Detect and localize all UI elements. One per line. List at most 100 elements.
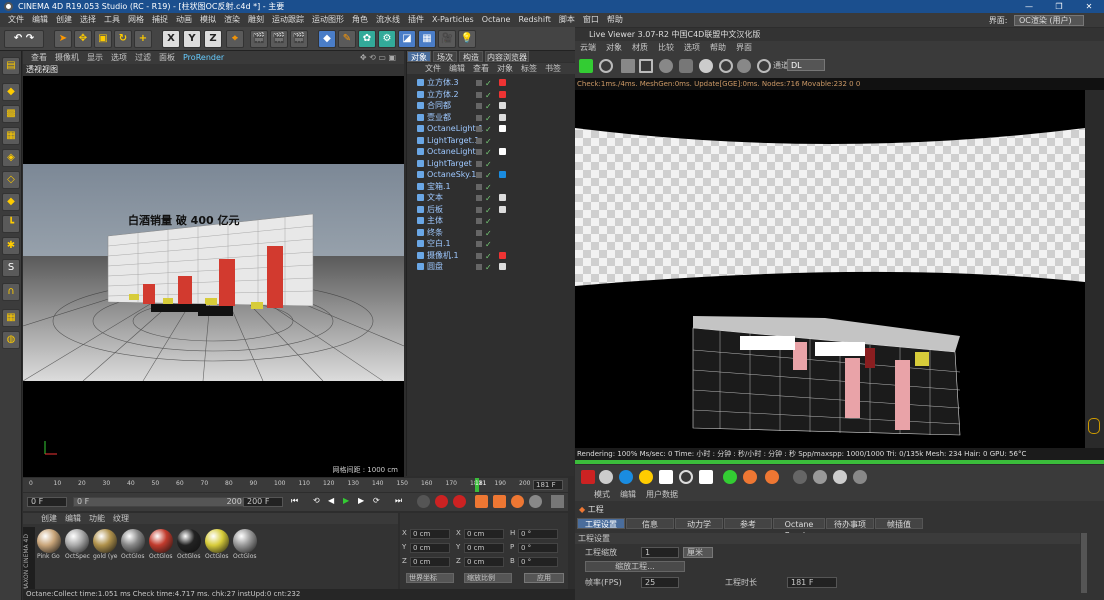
size-input[interactable]: 0 cm <box>464 543 504 553</box>
render-view-icon[interactable]: 🎬 <box>250 30 268 48</box>
menu-item[interactable]: 角色 <box>348 13 372 27</box>
key-rotation-icon[interactable] <box>511 495 524 508</box>
octane-sun-icon[interactable] <box>639 470 653 484</box>
workplane-icon[interactable]: ▦ <box>2 127 20 145</box>
move-icon[interactable]: ✥ <box>74 30 92 48</box>
x-axis-button[interactable]: X <box>162 30 180 48</box>
menu-item[interactable]: 渲染 <box>220 13 244 27</box>
menu-item[interactable]: Redshift <box>514 13 554 27</box>
snap-icon[interactable]: S <box>2 259 20 277</box>
key-scale-icon[interactable] <box>493 495 506 508</box>
material-tag-icon[interactable] <box>499 251 506 259</box>
menu-item[interactable]: 插件 <box>404 13 428 27</box>
position-input[interactable]: 0 cm <box>410 543 450 553</box>
auto-key-icon[interactable] <box>435 495 448 508</box>
visibility-toggle[interactable] <box>476 137 482 144</box>
goto-end-icon[interactable]: ⏭ <box>395 496 402 506</box>
object-menu-item[interactable]: 标签 <box>517 64 541 73</box>
visibility-toggle[interactable] <box>476 114 482 121</box>
model-mode-icon[interactable]: ◆ <box>2 83 20 101</box>
axis-mode-icon[interactable]: ┗ <box>2 215 20 233</box>
attribute-tab[interactable]: 参考 <box>724 518 772 529</box>
key-position-icon[interactable] <box>475 495 488 508</box>
channel-dropdown[interactable]: DL <box>787 59 825 71</box>
prev-frame-icon[interactable]: ◀ <box>328 496 334 505</box>
object-row[interactable]: OctaneLight.1 ✓ <box>407 123 575 135</box>
cube-icon[interactable]: ◆ <box>318 30 336 48</box>
viewport-menu-item[interactable]: 摄像机 <box>51 51 83 64</box>
send-scene-icon[interactable] <box>579 59 593 73</box>
visibility-toggle[interactable] <box>476 103 482 109</box>
viewport-menu-item[interactable]: 选项 <box>107 51 131 64</box>
menu-item[interactable]: 选择 <box>76 13 100 27</box>
rotation-input[interactable]: 0 ° <box>518 543 558 553</box>
light-icon[interactable]: 💡 <box>458 30 476 48</box>
attribute-scrollbar[interactable] <box>1081 533 1087 593</box>
pick-material-icon[interactable] <box>737 59 751 73</box>
visibility-toggle[interactable] <box>476 252 482 259</box>
object-row[interactable]: OctaneLight ✓ <box>407 146 575 158</box>
visibility-toggle[interactable] <box>476 264 482 270</box>
octane-particle-icon[interactable] <box>743 470 757 484</box>
render-output[interactable] <box>575 90 1085 448</box>
octane-object-tag-icon[interactable] <box>723 470 737 484</box>
subdivision-icon[interactable]: ✿ <box>358 30 376 48</box>
material-tag-icon[interactable] <box>499 171 506 178</box>
coordinate-system-icon[interactable]: ⌖ <box>226 30 244 48</box>
octane-target-light-icon[interactable] <box>679 470 693 484</box>
viewport-menu-item[interactable]: 显示 <box>83 51 107 64</box>
minimize-button[interactable]: — <box>1014 0 1044 13</box>
object-menu-item[interactable]: 文件 <box>421 64 445 73</box>
material-swatch[interactable]: OctSpec <box>65 529 91 569</box>
undo-redo-icon[interactable]: ↶ ↷ <box>4 30 44 48</box>
attribute-tab[interactable]: 信息 <box>626 518 674 529</box>
magnet-icon[interactable]: ∩ <box>2 283 20 301</box>
live-viewer-menu-item[interactable]: 云端 <box>575 41 601 54</box>
enabled-check-icon[interactable]: ✓ <box>485 182 492 193</box>
enabled-check-icon[interactable]: ✓ <box>485 193 492 204</box>
viewport-nav-icons[interactable]: ✥ ⟲ ▭ ▣ <box>356 51 400 64</box>
viewport-menu-item[interactable]: 面板 <box>155 51 179 64</box>
settings-gear-icon[interactable] <box>659 59 673 73</box>
octane-glossy-material-icon[interactable] <box>813 470 827 484</box>
visibility-toggle[interactable] <box>476 183 482 190</box>
scale-mode-dropdown[interactable]: 缩放比例 <box>464 573 512 583</box>
octane-diffuse-material-icon[interactable] <box>793 470 807 484</box>
material-menu-item[interactable]: 纹理 <box>109 514 133 523</box>
array-icon[interactable]: ⚙ <box>378 30 396 48</box>
menu-item[interactable]: 网格 <box>124 13 148 27</box>
object-row[interactable]: 合同都 ✓ <box>407 100 575 112</box>
menu-item[interactable]: 脚本 <box>555 13 579 27</box>
material-menu-item[interactable]: 功能 <box>85 514 109 523</box>
visibility-toggle[interactable] <box>476 126 482 132</box>
object-row[interactable]: 立方体.2 ✓ <box>407 89 575 101</box>
enabled-check-icon[interactable]: ✓ <box>485 147 492 158</box>
enabled-check-icon[interactable]: ✓ <box>485 170 492 181</box>
pen-spline-icon[interactable]: ✎ <box>338 30 356 48</box>
menu-item[interactable]: 动画 <box>172 13 196 27</box>
object-row[interactable]: 终条 ✓ <box>407 227 575 239</box>
attribute-tab[interactable]: 工程设置 <box>577 518 625 529</box>
octane-spot-icon[interactable] <box>699 470 713 484</box>
rotation-input[interactable]: 0 ° <box>518 557 558 567</box>
material-swatch[interactable]: OctGlos <box>121 529 147 569</box>
menu-item[interactable]: 窗口 <box>579 13 603 27</box>
material-tag-icon[interactable] <box>499 113 506 121</box>
object-tab[interactable]: 内容浏览器 <box>485 51 529 62</box>
visibility-toggle[interactable] <box>476 160 482 167</box>
object-row[interactable]: 壹业都 ✓ <box>407 112 575 124</box>
timeline-ruler[interactable]: 0 10 20 30 40 50 60 70 80 90 100 110 120 130 140 150 160… <box>23 478 568 492</box>
object-row[interactable]: OctaneSky.1 ✓ <box>407 169 575 181</box>
visibility-toggle[interactable] <box>476 206 482 213</box>
object-row[interactable]: 空白.1 ✓ <box>407 238 575 250</box>
octane-sky-icon[interactable] <box>619 470 633 484</box>
enabled-check-icon[interactable]: ✓ <box>485 239 492 250</box>
end-frame-field[interactable]: 181 F <box>533 480 563 490</box>
viewport-menu-item[interactable]: ProRender <box>179 51 228 64</box>
key-selection-icon[interactable] <box>453 495 466 508</box>
object-menu-item[interactable]: 查看 <box>469 64 493 73</box>
object-row[interactable]: 摄像机.1 ✓ <box>407 250 575 262</box>
select-icon[interactable]: ➤ <box>54 30 72 48</box>
make-editable-icon[interactable]: ▤ <box>2 57 20 75</box>
visibility-toggle[interactable] <box>476 149 482 155</box>
